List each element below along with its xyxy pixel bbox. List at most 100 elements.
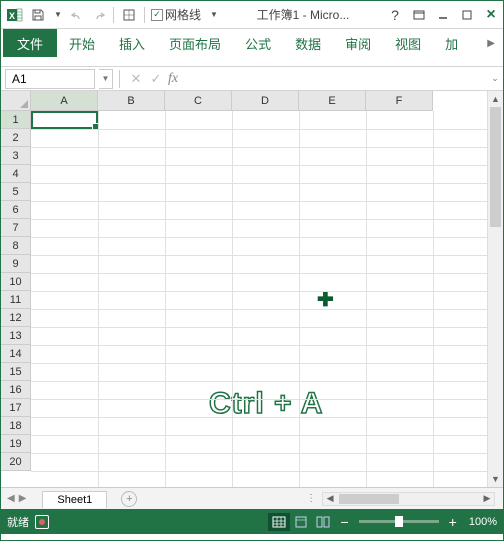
- page-layout-view-icon[interactable]: [290, 513, 312, 531]
- enter-formula-icon[interactable]: ✓: [146, 71, 166, 87]
- qat-more-dropdown-icon[interactable]: ▼: [205, 6, 223, 24]
- formula-input[interactable]: [178, 67, 487, 90]
- view-buttons: [268, 513, 334, 531]
- col-header-E[interactable]: E: [299, 91, 366, 111]
- row-header-9[interactable]: 9: [1, 255, 31, 273]
- row-header-3[interactable]: 3: [1, 147, 31, 165]
- row-header-19[interactable]: 19: [1, 435, 31, 453]
- undo-icon[interactable]: [69, 6, 87, 24]
- add-sheet-button[interactable]: +: [121, 491, 137, 507]
- tab-insert[interactable]: 插入: [107, 29, 157, 57]
- minimize-icon[interactable]: [431, 3, 455, 27]
- col-header-D[interactable]: D: [232, 91, 299, 111]
- row-header-10[interactable]: 10: [1, 273, 31, 291]
- scroll-up-icon[interactable]: ▲: [488, 91, 503, 107]
- zoom-value[interactable]: 100%: [463, 516, 497, 528]
- check-icon: ✓: [151, 9, 163, 21]
- expand-formula-bar-icon[interactable]: ⌄: [487, 73, 503, 84]
- tab-file[interactable]: 文件: [3, 29, 57, 57]
- gridlines-checkbox[interactable]: ✓ 网格线: [151, 6, 201, 23]
- fx-icon[interactable]: fx: [168, 71, 178, 87]
- gridlines-label: 网格线: [165, 6, 201, 23]
- row-header-13[interactable]: 13: [1, 327, 31, 345]
- row-header-20[interactable]: 20: [1, 453, 31, 471]
- active-cell-outline: [31, 111, 98, 129]
- normal-view-icon[interactable]: [268, 513, 290, 531]
- help-icon[interactable]: ?: [383, 3, 407, 27]
- hscroll-separator[interactable]: ⋮: [308, 492, 314, 506]
- tab-addin[interactable]: 加: [433, 29, 460, 57]
- col-header-A[interactable]: A: [31, 91, 98, 111]
- sheet-nav-next-icon[interactable]: ▶: [19, 493, 27, 504]
- select-all-triangle[interactable]: [1, 91, 31, 111]
- tab-review[interactable]: 审阅: [333, 29, 383, 57]
- column-headers: ABCDEF: [31, 91, 487, 111]
- quick-access-toolbar: ▼ ✓ 网格线 ▼: [29, 6, 223, 24]
- name-box-dropdown-icon[interactable]: ▼: [99, 69, 113, 89]
- maximize-icon[interactable]: [455, 3, 479, 27]
- borders-icon[interactable]: [120, 6, 138, 24]
- save-icon[interactable]: [29, 6, 47, 24]
- qat-dropdown-icon[interactable]: ▼: [49, 6, 67, 24]
- ribbon-collapsed-area: [1, 57, 503, 67]
- row-header-1[interactable]: 1: [1, 111, 31, 129]
- col-header-C[interactable]: C: [165, 91, 232, 111]
- row-header-4[interactable]: 4: [1, 165, 31, 183]
- cancel-formula-icon[interactable]: ✕: [126, 71, 146, 87]
- scroll-left-icon[interactable]: ◀: [323, 493, 337, 504]
- row-header-7[interactable]: 7: [1, 219, 31, 237]
- row-header-16[interactable]: 16: [1, 381, 31, 399]
- row-header-6[interactable]: 6: [1, 201, 31, 219]
- hscroll-thumb[interactable]: [339, 494, 399, 504]
- row-headers: 1234567891011121314151617181920: [1, 111, 31, 471]
- formula-bar-row: A1 ▼ ✕ ✓ fx ⌄: [1, 67, 503, 91]
- col-header-F[interactable]: F: [366, 91, 433, 111]
- ribbon-tabs: 文件 开始 插入 页面布局 公式 数据 审阅 视图 加 ▶: [1, 29, 503, 57]
- cells-area[interactable]: ✚ Ctrl + A: [31, 111, 487, 487]
- row-header-18[interactable]: 18: [1, 417, 31, 435]
- status-ready: 就绪: [7, 514, 35, 530]
- overlay-shortcut-text: Ctrl + A: [209, 387, 323, 421]
- zoom-out-button[interactable]: −: [334, 514, 354, 530]
- sheet-nav[interactable]: ◀ ▶: [1, 493, 32, 504]
- status-bar: 就绪 − + 100%: [1, 509, 503, 534]
- close-icon[interactable]: ×: [479, 3, 503, 27]
- window-title: 工作簿1 - Micro...: [223, 6, 383, 23]
- redo-icon[interactable]: [89, 6, 107, 24]
- row-header-12[interactable]: 12: [1, 309, 31, 327]
- tab-home[interactable]: 开始: [57, 29, 107, 57]
- col-header-B[interactable]: B: [98, 91, 165, 111]
- sheet-nav-prev-icon[interactable]: ◀: [7, 493, 15, 504]
- row-header-14[interactable]: 14: [1, 345, 31, 363]
- window-controls: ? ×: [383, 3, 503, 27]
- name-box[interactable]: A1: [5, 69, 95, 89]
- row-header-8[interactable]: 8: [1, 237, 31, 255]
- sheet-tab[interactable]: Sheet1: [42, 491, 107, 508]
- ribbon-scroll-icon[interactable]: ▶: [479, 29, 503, 57]
- row-header-11[interactable]: 11: [1, 291, 31, 309]
- row-header-2[interactable]: 2: [1, 129, 31, 147]
- row-header-5[interactable]: 5: [1, 183, 31, 201]
- scroll-down-icon[interactable]: ▼: [488, 471, 503, 487]
- zoom-in-button[interactable]: +: [443, 514, 463, 530]
- scroll-right-icon[interactable]: ▶: [480, 493, 494, 504]
- svg-text:X: X: [9, 11, 15, 21]
- macro-record-icon[interactable]: [35, 515, 49, 529]
- excel-app-icon: X: [5, 5, 25, 25]
- tab-view[interactable]: 视图: [383, 29, 433, 57]
- sheet-tab-row: ◀ ▶ Sheet1 + ⋮ ◀ ▶: [1, 487, 503, 509]
- ribbon-display-icon[interactable]: [407, 3, 431, 27]
- worksheet-grid: 1234567891011121314151617181920 ABCDEF ✚…: [1, 91, 503, 487]
- vscroll-thumb[interactable]: [490, 107, 501, 227]
- tab-pagelayout[interactable]: 页面布局: [157, 29, 233, 57]
- zoom-slider-thumb[interactable]: [395, 516, 403, 527]
- row-header-15[interactable]: 15: [1, 363, 31, 381]
- tab-formulas[interactable]: 公式: [233, 29, 283, 57]
- horizontal-scrollbar[interactable]: ◀ ▶: [322, 492, 495, 506]
- page-break-view-icon[interactable]: [312, 513, 334, 531]
- tab-data[interactable]: 数据: [283, 29, 333, 57]
- title-bar: X ▼ ✓ 网格线 ▼ 工作簿1 - Micro... ? ×: [1, 1, 503, 29]
- row-header-17[interactable]: 17: [1, 399, 31, 417]
- zoom-slider[interactable]: [359, 520, 439, 523]
- vertical-scrollbar[interactable]: ▲ ▼: [487, 91, 503, 487]
